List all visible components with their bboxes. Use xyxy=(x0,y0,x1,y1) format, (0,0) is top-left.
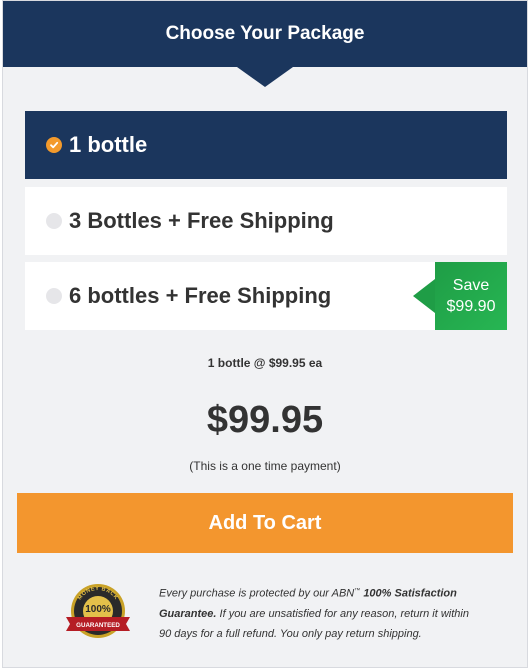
radio-checked-icon xyxy=(46,137,62,153)
payment-note: (This is a one time payment) xyxy=(189,459,341,473)
total-price: $99.95 xyxy=(206,399,324,441)
save-badge-line1: Save xyxy=(452,277,490,294)
option-label: 6 bottles + Free Shipping xyxy=(69,283,332,308)
guarantee-text-prefix: Every purchase is protected by our ABN xyxy=(159,587,355,600)
checkmark-icon xyxy=(50,141,59,149)
trademark-symbol: ™ xyxy=(354,588,361,594)
guarantee-text: Every purchase is protected by our ABN™ … xyxy=(159,581,479,644)
package-header: Choose Your Package xyxy=(3,1,527,67)
save-badge-amount: $99.90 xyxy=(446,298,496,315)
money-back-guarantee-seal-icon: MONEY BACK 100% GUARANTEED xyxy=(66,584,130,638)
package-selector-panel: Choose Your Package 1 bottle 3 Bottles +… xyxy=(2,0,528,668)
option-label: 3 Bottles + Free Shipping xyxy=(69,208,334,233)
add-to-cart-button[interactable]: Add To Cart xyxy=(17,493,513,553)
option-6-bottles[interactable]: 6 bottles + Free Shipping Save $99.90 xyxy=(25,262,507,330)
package-header-title: Choose Your Package xyxy=(165,23,365,44)
option-3-bottles[interactable]: 3 Bottles + Free Shipping xyxy=(25,187,507,255)
save-badge: Save $99.90 xyxy=(413,262,507,330)
seal-percent-text: 100% xyxy=(85,604,111,615)
radio-unchecked-icon xyxy=(46,288,62,304)
header-notch-arrow xyxy=(237,67,293,87)
seal-banner-text: GUARANTEED xyxy=(76,622,120,629)
radio-unchecked-icon xyxy=(46,213,62,229)
option-1-bottle[interactable]: 1 bottle xyxy=(25,111,507,179)
option-label: 1 bottle xyxy=(69,132,148,157)
per-bottle-price: 1 bottle @ $99.95 ea xyxy=(207,356,323,370)
